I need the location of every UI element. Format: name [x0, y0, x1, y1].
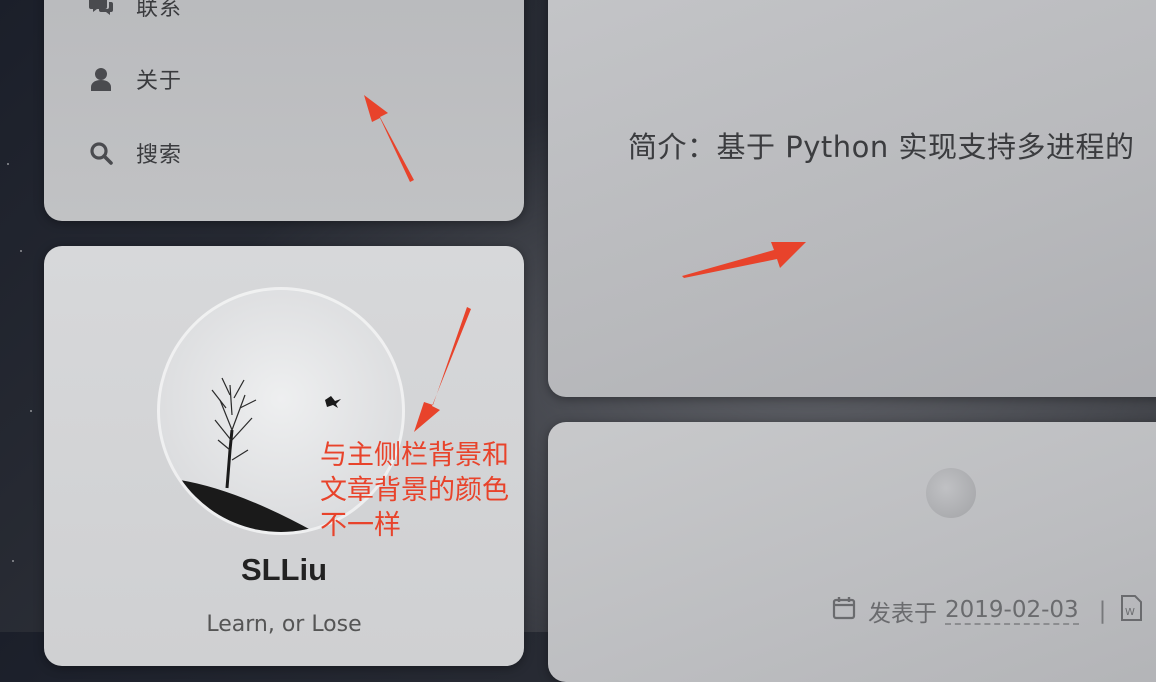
- menu-item-search[interactable]: 搜索: [88, 133, 182, 173]
- calendar-icon: [832, 596, 856, 626]
- annotation-line: 与主侧栏背景和: [320, 440, 509, 471]
- published-label: 发表于: [868, 601, 937, 627]
- search-icon: [88, 140, 114, 166]
- menu-item-label: 关于: [136, 69, 183, 94]
- annotation-line: 不一样: [320, 510, 401, 541]
- background-star: [12, 560, 14, 562]
- post-summary: 简介：基于 Python 实现支持多进程的: [628, 130, 1135, 164]
- background-star: [20, 250, 22, 252]
- meta-separator: |: [1098, 598, 1107, 624]
- word-count-icon: W: [1120, 595, 1143, 627]
- background-star: [7, 163, 9, 165]
- annotation-line: 文章背景的颜色: [320, 475, 509, 506]
- svg-text:W: W: [1125, 607, 1135, 618]
- published-date[interactable]: 2019-02-03: [945, 597, 1079, 625]
- menu-item-label: 联系: [136, 0, 183, 21]
- menu-item-about[interactable]: 关于: [88, 59, 182, 99]
- menu-item-contact[interactable]: 联系: [88, 0, 182, 26]
- profile-name: SLLiu: [240, 552, 328, 587]
- background-star: [30, 410, 32, 412]
- menu-item-label: 搜索: [136, 143, 183, 168]
- post-card: 简介：基于 Python 实现支持多进程的: [548, 0, 1156, 397]
- sidebar-menu-card: 联系 关于 搜索: [44, 0, 524, 221]
- profile-motto: Learn, or Lose: [206, 612, 362, 637]
- comments-icon: [88, 0, 114, 19]
- post-meta: 发表于 2019-02-03 | W: [832, 594, 1143, 628]
- post-card: 发表于 2019-02-03 | W: [548, 422, 1156, 682]
- annotation-text: 与主侧栏背景和 文章背景的颜色 不一样: [320, 438, 509, 543]
- moon-decoration: [926, 468, 976, 518]
- user-icon: [88, 66, 114, 92]
